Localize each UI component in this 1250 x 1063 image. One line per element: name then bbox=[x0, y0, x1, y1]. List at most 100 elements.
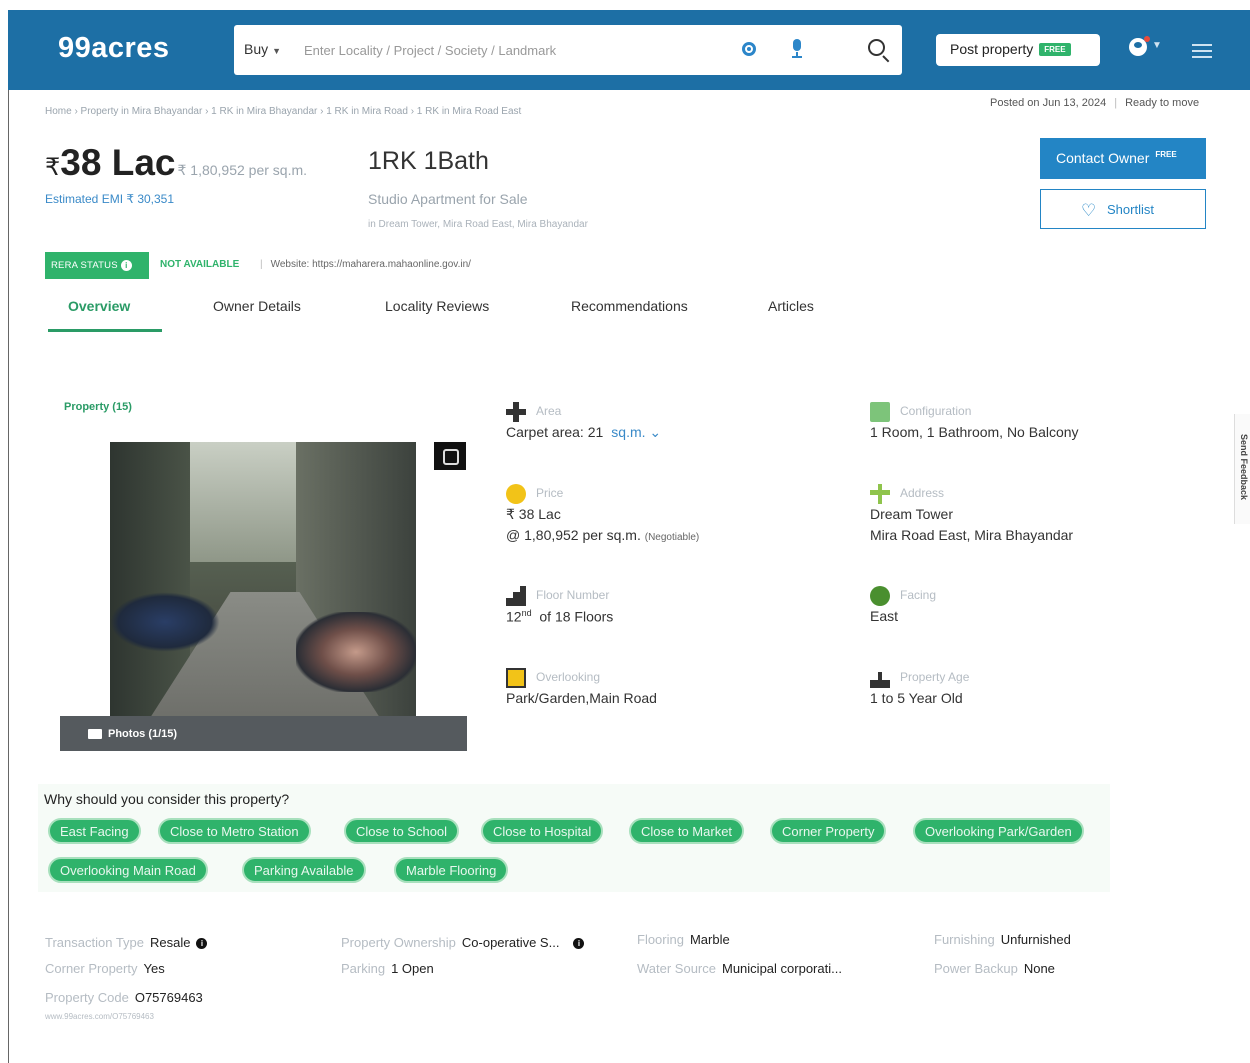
property-url[interactable]: www.99acres.com/O75769463 bbox=[45, 1012, 154, 1021]
property-photo[interactable] bbox=[110, 442, 416, 718]
area-unit-dropdown[interactable]: sq.m. ⌄ bbox=[611, 424, 661, 440]
reason-chip: Overlooking Park/Garden bbox=[913, 818, 1084, 844]
price-rate: @ 1,80,952 per sq.m. bbox=[506, 527, 641, 543]
emi-link[interactable]: Estimated EMI ₹ 30,351 bbox=[45, 192, 174, 206]
overlooking-label: Overlooking bbox=[536, 670, 601, 684]
facing-value: East bbox=[870, 608, 899, 624]
search-bar: Buy ▼ bbox=[234, 25, 902, 75]
fact-key: Water Source bbox=[637, 961, 716, 976]
info-icon[interactable]: i bbox=[573, 938, 585, 949]
overlooking-value: Park/Garden,Main Road bbox=[506, 690, 657, 706]
detail-age: Property Age 1 to 5 Year Old bbox=[870, 668, 1200, 718]
chevron-down-icon: ▼ bbox=[272, 46, 282, 56]
fact-value: Yes bbox=[143, 961, 165, 976]
user-account-icon[interactable]: ▼ bbox=[1126, 36, 1162, 62]
age-label: Property Age bbox=[900, 670, 970, 684]
price-icon bbox=[506, 484, 526, 504]
page-left-border bbox=[8, 90, 9, 1063]
fact-property-code: Property Code O75769463 bbox=[45, 990, 203, 1005]
fact-flooring: Flooring Marble bbox=[637, 932, 730, 947]
tab-locality-reviews[interactable]: Locality Reviews bbox=[385, 298, 489, 314]
rera-status-badge[interactable]: RERA STATUS i bbox=[45, 252, 149, 279]
floor-suffix: nd bbox=[521, 608, 532, 618]
property-age-icon bbox=[870, 672, 890, 688]
overlooking-icon bbox=[506, 668, 526, 688]
photo-count-bar[interactable]: Photos (1/15) bbox=[60, 716, 467, 751]
area-label: Area bbox=[536, 404, 562, 418]
feedback-tab[interactable]: Send Feedback bbox=[1234, 414, 1250, 524]
contact-owner-button[interactable]: Contact Owner FREE bbox=[1040, 138, 1206, 179]
posted-info: Posted on Jun 13, 2024 | Ready to move bbox=[990, 97, 1200, 109]
photo-icon bbox=[88, 729, 102, 739]
contact-owner-label: Contact Owner bbox=[1056, 150, 1150, 166]
hamburger-menu-icon[interactable] bbox=[1192, 44, 1212, 58]
carpet-area: Carpet area: 21 bbox=[506, 424, 604, 440]
detail-overlooking: Overlooking Park/Garden,Main Road bbox=[506, 668, 836, 718]
possession-status: Ready to move bbox=[1125, 97, 1200, 109]
fact-value: Marble bbox=[689, 932, 730, 947]
price-label: Price bbox=[536, 486, 564, 500]
price-detail-value: ₹ 38 Lac bbox=[506, 506, 561, 522]
post-property-button[interactable]: Post property FREE bbox=[936, 34, 1100, 66]
fact-value: 1 Open bbox=[391, 961, 434, 976]
detail-area: Area Carpet area: 21 sq.m. ⌄ bbox=[506, 402, 836, 452]
listing-title: 1RK 1Bath bbox=[368, 147, 489, 175]
fact-key: Corner Property bbox=[45, 961, 138, 976]
fact-ownership: Property Ownership Co-operative S... i bbox=[341, 935, 585, 950]
tab-overview[interactable]: Overview bbox=[68, 298, 130, 314]
area-icon bbox=[506, 402, 526, 422]
fact-key: Property Code bbox=[45, 990, 129, 1005]
info-icon[interactable]: i bbox=[120, 260, 132, 271]
microphone-icon[interactable] bbox=[790, 39, 804, 59]
chevron-down-icon: ⌄ bbox=[649, 424, 662, 440]
age-value: 1 to 5 Year Old bbox=[870, 690, 963, 706]
detail-price: Price ₹ 38 Lac @ 1,80,952 per sq.m. (Neg… bbox=[506, 484, 836, 554]
reason-chip: Corner Property bbox=[770, 818, 887, 844]
buy-dropdown[interactable]: Buy ▼ bbox=[244, 41, 281, 57]
fact-corner-property: Corner Property Yes bbox=[45, 961, 165, 976]
listing-subtitle: Studio Apartment for Sale bbox=[368, 191, 528, 207]
fact-water-source: Water Source Municipal corporati... bbox=[637, 961, 842, 976]
floor-value: 12nd of 18 Floors bbox=[506, 608, 613, 625]
posted-date: Posted on Jun 13, 2024 bbox=[990, 97, 1107, 109]
search-input[interactable] bbox=[304, 37, 724, 63]
gallery-expand-icon[interactable] bbox=[434, 442, 466, 470]
section-tabs: Overview Owner Details Locality Reviews … bbox=[48, 292, 848, 336]
price-per-unit: ₹ 1,80,952 per sq.m. bbox=[177, 162, 308, 178]
price-per-sqm: @ 1,80,952 per sq.m. (Negotiable) bbox=[506, 527, 699, 543]
buy-label: Buy bbox=[244, 41, 269, 57]
reason-chip: Close to Market bbox=[629, 818, 745, 844]
tab-recommendations[interactable]: Recommendations bbox=[571, 298, 688, 314]
search-icon[interactable] bbox=[864, 36, 892, 64]
listing-location: in Dream Tower, Mira Road East, Mira Bha… bbox=[368, 219, 588, 230]
shortlist-button[interactable]: ♡ Shortlist bbox=[1040, 189, 1206, 229]
tab-owner-details[interactable]: Owner Details bbox=[213, 298, 301, 314]
address-locality: Mira Road East, Mira Bhayandar bbox=[870, 527, 1074, 543]
heart-icon: ♡ bbox=[1081, 201, 1097, 220]
reason-chip: Close to School bbox=[344, 818, 460, 844]
fact-furnishing: Furnishing Unfurnished bbox=[934, 932, 1071, 947]
fact-value: Municipal corporati... bbox=[722, 961, 842, 976]
price-value: 38 Lac bbox=[60, 142, 176, 183]
info-icon[interactable]: i bbox=[196, 938, 208, 949]
location-target-icon[interactable] bbox=[742, 42, 756, 56]
detail-facing: Facing East bbox=[870, 586, 1200, 636]
rera-website-text[interactable]: Website: https://maharera.mahaonline.gov… bbox=[271, 259, 471, 270]
fact-transaction-type: Transaction Type Resale i bbox=[45, 935, 208, 950]
detail-configuration: Configuration 1 Room, 1 Bathroom, No Bal… bbox=[870, 402, 1200, 452]
shortlist-label: Shortlist bbox=[1107, 202, 1154, 217]
reason-chip: Close to Metro Station bbox=[158, 818, 311, 844]
configuration-value: 1 Room, 1 Bathroom, No Balcony bbox=[870, 424, 1079, 440]
fact-key: Furnishing bbox=[934, 932, 995, 947]
breadcrumb[interactable]: Home › Property in Mira Bhayandar › 1 RK… bbox=[45, 106, 521, 117]
address-building: Dream Tower bbox=[870, 506, 953, 522]
reasons-title: Why should you consider this property? bbox=[44, 791, 290, 807]
reason-chip: East Facing bbox=[48, 818, 141, 844]
area-unit: sq.m. bbox=[611, 424, 646, 440]
facing-label: Facing bbox=[900, 588, 937, 602]
area-value: Carpet area: 21 sq.m. ⌄ bbox=[506, 424, 661, 441]
reason-chip: Parking Available bbox=[242, 857, 366, 883]
site-logo[interactable]: 99acres bbox=[58, 32, 170, 65]
fact-power-backup: Power Backup None bbox=[934, 961, 1055, 976]
tab-articles[interactable]: Articles bbox=[768, 298, 814, 314]
